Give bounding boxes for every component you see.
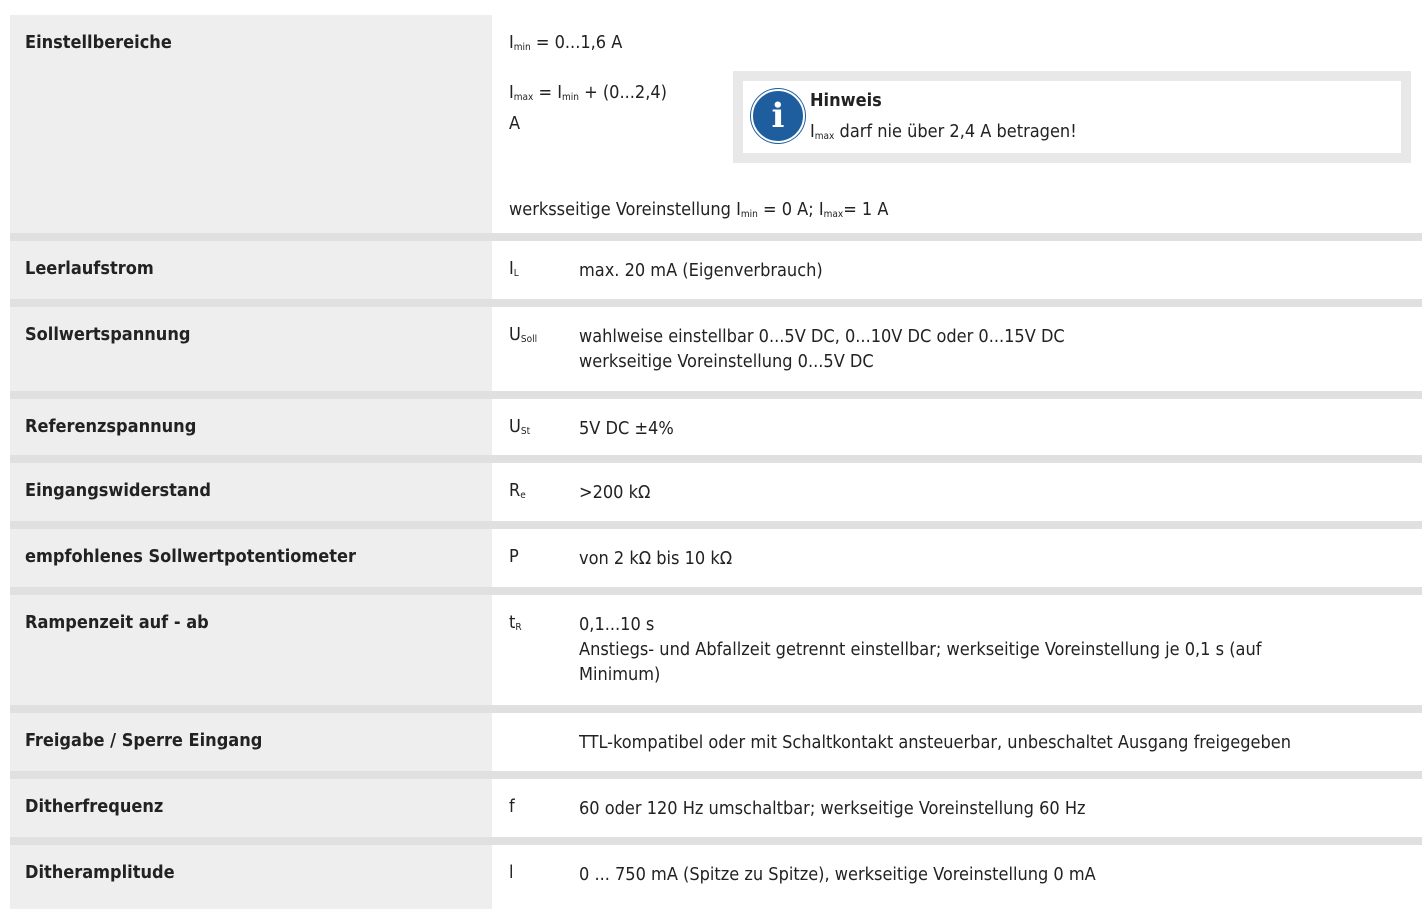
imax-range: Imax = Imin + (0...2,4) A (509, 82, 667, 134)
row-value: USoll wahlweise einstellbar 0...5V DC, 0… (492, 307, 1422, 391)
hint-text: Imax darf nie über 2,4 A betragen! (810, 121, 1077, 142)
row-label: Ditherfrequenz (10, 779, 492, 837)
row-value-line: >200 kΩ (579, 482, 651, 503)
table-row: Eingangswiderstand Re >200 kΩ (10, 463, 1422, 529)
row-value: TTL-kompatibel oder mit Schaltkontakt an… (492, 713, 1422, 771)
row-value: Imin = 0...1,6 A Imax = Imin + (0...2,4)… (492, 15, 1422, 233)
table-row: Ditheramplitude l 0 ... 750 mA (Spitze z… (10, 845, 1422, 909)
table-row: Ditherfrequenz f 60 oder 120 Hz umschalt… (10, 779, 1422, 845)
row-value: f 60 oder 120 Hz umschaltbar; werkseitig… (492, 779, 1422, 837)
hint-box: i Hinweis Imax darf nie über 2,4 A betra… (733, 71, 1411, 163)
row-symbol: f (509, 796, 515, 817)
row-value-line: max. 20 mA (Eigenverbrauch) (579, 260, 823, 281)
row-symbol: tR (509, 612, 522, 633)
row-label: Referenzspannung (10, 399, 492, 455)
row-value-line: 5V DC ±4% (579, 418, 674, 439)
table-row: Sollwertspannung USoll wahlweise einstel… (10, 307, 1422, 399)
row-value-line: wahlweise einstellbar 0...5V DC, 0...10V… (579, 326, 1065, 347)
spec-table: Einstellbereiche Imin = 0...1,6 A Imax =… (10, 15, 1422, 909)
row-label: Sollwertspannung (10, 307, 492, 391)
row-symbol: Re (509, 480, 526, 501)
row-label: Ditheramplitude (10, 845, 492, 909)
row-label: Freigabe / Sperre Eingang (10, 713, 492, 771)
row-value-line: werkseitige Voreinstellung 0...5V DC (579, 351, 874, 372)
row-symbol (509, 730, 579, 771)
row-value-line: 0,1...10 s (579, 614, 655, 635)
row-symbol: IL (509, 258, 519, 279)
row-value: P von 2 kΩ bis 10 kΩ (492, 529, 1422, 587)
row-value: tR 0,1...10 s Anstiegs- und Abfallzeit g… (492, 595, 1422, 705)
row-label: empfohlenes Sollwertpotentiometer (10, 529, 492, 587)
table-row: Referenzspannung USt 5V DC ±4% (10, 399, 1422, 463)
row-label: Eingangswiderstand (10, 463, 492, 521)
hint-title: Hinweis (810, 90, 882, 111)
row-value-line: Minimum) (579, 664, 661, 685)
row-value-line: 60 oder 120 Hz umschaltbar; werkseitige … (579, 798, 1086, 819)
table-row: empfohlenes Sollwertpotentiometer P von … (10, 529, 1422, 595)
table-row: Rampenzeit auf - ab tR 0,1...10 s Anstie… (10, 595, 1422, 713)
row-symbol: l (509, 862, 514, 883)
table-row: Einstellbereiche Imin = 0...1,6 A Imax =… (10, 15, 1422, 241)
row-label: Einstellbereiche (10, 15, 492, 233)
row-value: USt 5V DC ±4% (492, 399, 1422, 455)
row-label: Leerlaufstrom (10, 241, 492, 299)
row-value-line: von 2 kΩ bis 10 kΩ (579, 548, 733, 569)
row-label: Rampenzeit auf - ab (10, 595, 492, 705)
table-row: Freigabe / Sperre Eingang TTL-kompatibel… (10, 713, 1422, 779)
row-value: l 0 ... 750 mA (Spitze zu Spitze), werks… (492, 845, 1422, 909)
row-value-line: TTL-kompatibel oder mit Schaltkontakt an… (579, 732, 1292, 753)
row-symbol: P (509, 546, 519, 567)
row-value: IL max. 20 mA (Eigenverbrauch) (492, 241, 1422, 299)
row-symbol: USt (509, 416, 531, 437)
table-row: Leerlaufstrom IL max. 20 mA (Eigenverbra… (10, 241, 1422, 307)
row-symbol: USoll (509, 324, 538, 345)
row-value-line: 0 ... 750 mA (Spitze zu Spitze), werksei… (579, 864, 1096, 885)
row-value: Re >200 kΩ (492, 463, 1422, 521)
imin-range: Imin = 0...1,6 A (509, 32, 623, 53)
row-value-line: Anstiegs- und Abfallzeit getrennt einste… (579, 639, 1262, 660)
factory-default: werksseitige Voreinstellung Imin = 0 A; … (509, 199, 889, 220)
info-icon: i (751, 89, 805, 143)
